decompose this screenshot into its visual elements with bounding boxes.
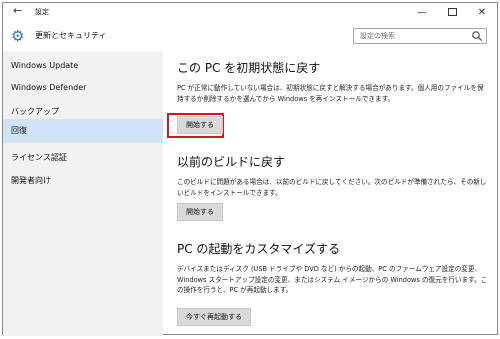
search-input[interactable] [360, 29, 470, 43]
window-title: 設定 [35, 8, 49, 16]
sidebar-item-windows-defender[interactable]: Windows Defender [3, 77, 163, 101]
sidebar-item-windows-update[interactable]: Windows Update [3, 55, 163, 79]
title-bar: ← 設定 — ✕ [3, 3, 497, 23]
minimize-button[interactable]: — [407, 3, 437, 21]
sidebar-item-activation[interactable]: ライセンス認証 [3, 146, 163, 170]
close-button[interactable]: ✕ [467, 3, 497, 21]
sidebar-item-label: 回復 [11, 126, 27, 135]
page-title: 更新とセキュリティ [35, 31, 107, 40]
search-box[interactable] [353, 28, 487, 44]
sidebar-item-label: 開発者向け [11, 176, 51, 185]
settings-window: ← 設定 — ✕ ⚙ 更新とセキュリティ Windows Update Wind… [2, 2, 498, 336]
gear-icon: ⚙ [11, 27, 25, 45]
sidebar-item-recovery[interactable]: 回復 [3, 119, 163, 143]
sidebar-item-for-developers[interactable]: 開発者向け [3, 169, 163, 193]
reset-section-description: PC が正常に動作していない場合は、初期状態に戻すと解決する場合があります。個人… [177, 84, 484, 103]
previous-build-section-description: このビルドに問題がある場合は、以前のビルドに戻してください。次のビルドが準備され… [177, 178, 487, 197]
previous-build-start-button[interactable]: 開始する [177, 203, 223, 221]
back-arrow-icon[interactable]: ← [13, 4, 22, 17]
reset-start-button[interactable]: 開始する [177, 116, 223, 134]
window-controls: — ✕ [407, 3, 497, 21]
maximize-button[interactable] [437, 3, 467, 21]
restart-now-button[interactable]: 今すぐ再起動する [177, 308, 251, 326]
page-header: ⚙ 更新とセキュリティ [3, 23, 497, 51]
previous-build-section-title: 以前のビルドに戻す [177, 155, 286, 169]
advanced-startup-section-title: PC の起動をカスタマイズする [177, 242, 341, 256]
advanced-startup-section-description: デバイスまたはディスク (USB ドライブや DVD など) からの起動、PC … [177, 265, 488, 294]
sidebar-item-label: ライセンス認証 [11, 153, 67, 162]
reset-section-title: この PC を初期状態に戻す [177, 61, 321, 75]
sidebar-item-label: Windows Defender [11, 83, 87, 92]
maximize-icon [447, 8, 457, 16]
sidebar: Windows Update Windows Defender バックアップ 回… [3, 51, 163, 336]
search-icon[interactable] [471, 30, 483, 42]
sidebar-item-label: Windows Update [11, 61, 79, 70]
sidebar-item-label: バックアップ [11, 107, 59, 116]
